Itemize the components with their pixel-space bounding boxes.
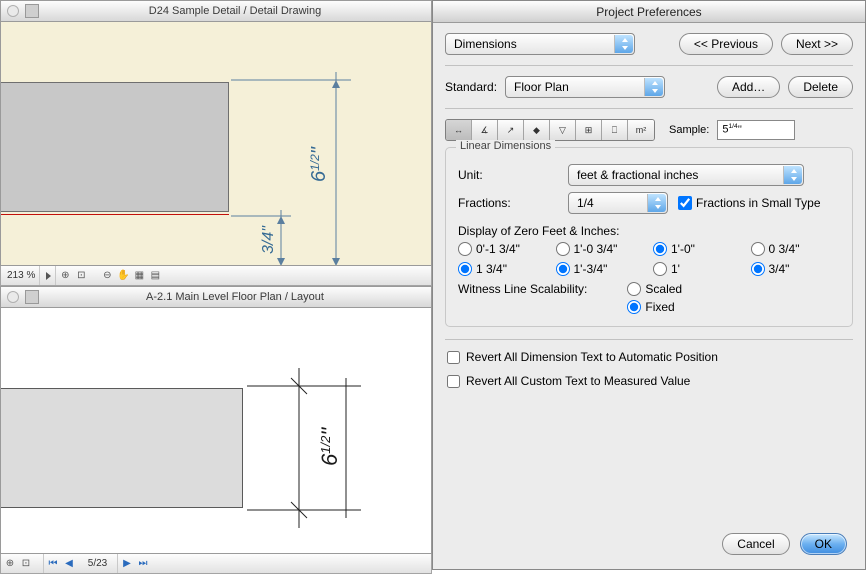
prev-page-icon[interactable]: ◀ xyxy=(62,557,76,571)
project-preferences-dialog: Project Preferences Dimensions << Previo… xyxy=(432,0,866,570)
zoom-value[interactable]: 213 % xyxy=(3,266,40,285)
zero-display-radios: 0'-1 3/4" 1'-0 3/4" 1'-0" 0 3/4" 1 3/4" … xyxy=(458,242,840,276)
level-dim-icon[interactable]: ◆ xyxy=(524,120,550,140)
rad-4[interactable]: 1 3/4" xyxy=(458,262,548,276)
detail-drawing-canvas[interactable]: 61/2" 3/4" xyxy=(0,22,432,266)
area-dim-icon[interactable]: m² xyxy=(628,120,654,140)
layout-window-title: A-2.1 Main Level Floor Plan / Layout xyxy=(45,291,425,303)
detail-statusbar: 213 % ⊕ ⊡ ⊖ ✋ ▦ ▤ xyxy=(0,266,432,286)
angular-dim-icon[interactable]: ∡ xyxy=(472,120,498,140)
unit-select[interactable]: feet & fractional inches xyxy=(568,164,804,186)
settings-icon[interactable]: ▤ xyxy=(148,269,162,283)
sill-dim-icon[interactable]: ⊞ xyxy=(576,120,602,140)
zoom-fit-icon[interactable]: ⊡ xyxy=(19,557,33,571)
fractions-label: Fractions: xyxy=(458,196,558,210)
delete-button[interactable]: Delete xyxy=(788,76,853,98)
door-dim-icon[interactable]: ⎕ xyxy=(602,120,628,140)
standard-label: Standard: xyxy=(445,80,497,94)
witness-fixed[interactable]: Fixed xyxy=(627,300,682,314)
rad-3[interactable]: 0 3/4" xyxy=(751,242,841,256)
layout-window-titlebar[interactable]: A-2.1 Main Level Floor Plan / Layout xyxy=(0,286,432,308)
rad-7[interactable]: 3/4" xyxy=(751,262,841,276)
zoom-out-icon[interactable]: ⊖ xyxy=(100,269,114,283)
add-button[interactable]: Add… xyxy=(717,76,780,98)
rad-1[interactable]: 1'-0 3/4" xyxy=(556,242,646,256)
grid-icon[interactable]: ▦ xyxy=(132,269,146,283)
unit-label: Unit: xyxy=(458,168,558,182)
document-icon xyxy=(25,4,39,18)
witness-label: Witness Line Scalability: xyxy=(458,282,587,314)
elevation-dim-icon[interactable]: ▽ xyxy=(550,120,576,140)
svg-text:61/2": 61/2" xyxy=(317,427,342,466)
sample-label: Sample: xyxy=(669,124,709,136)
ok-button[interactable]: OK xyxy=(800,533,847,555)
dimension-overlay: 61/2" xyxy=(1,308,431,554)
radial-dim-icon[interactable]: ↗ xyxy=(498,120,524,140)
cancel-button[interactable]: Cancel xyxy=(722,533,789,555)
rad-6[interactable]: 1' xyxy=(653,262,743,276)
page-indicator: 5/23 xyxy=(78,554,118,573)
detail-window-titlebar[interactable]: D24 Sample Detail / Detail Drawing xyxy=(0,0,432,22)
zoom-in-icon[interactable]: ⊕ xyxy=(58,269,72,283)
rad-0[interactable]: 0'-1 3/4" xyxy=(458,242,548,256)
section-select[interactable]: Dimensions xyxy=(445,33,635,55)
previous-button[interactable]: << Previous xyxy=(679,33,773,55)
witness-scaled[interactable]: Scaled xyxy=(627,282,682,296)
revert-measured-checkbox[interactable]: Revert All Custom Text to Measured Value xyxy=(447,374,853,388)
next-page-icon[interactable]: ▶ xyxy=(120,557,134,571)
fractions-small-input[interactable] xyxy=(678,196,692,210)
linear-dim-icon[interactable]: ↔ xyxy=(446,120,472,140)
close-icon[interactable] xyxy=(7,5,19,17)
fractions-small-checkbox[interactable]: Fractions in Small Type xyxy=(678,196,821,210)
next-button[interactable]: Next >> xyxy=(781,33,853,55)
first-page-icon[interactable]: ⏮ xyxy=(46,557,60,571)
left-windows: D24 Sample Detail / Detail Drawing 61/2"… xyxy=(0,0,432,570)
close-icon[interactable] xyxy=(7,291,19,303)
svg-text:3/4": 3/4" xyxy=(260,225,277,254)
standard-select[interactable]: Floor Plan xyxy=(505,76,665,98)
zero-display-label: Display of Zero Feet & Inches: xyxy=(458,224,840,238)
rad-5[interactable]: 1'-3/4" xyxy=(556,262,646,276)
revert-auto-checkbox[interactable]: Revert All Dimension Text to Automatic P… xyxy=(447,350,853,364)
document-icon xyxy=(25,290,39,304)
svg-text:61/2": 61/2" xyxy=(308,146,330,182)
sample-value: 51/4" xyxy=(717,120,795,140)
layout-drawing-canvas[interactable]: 61/2" xyxy=(0,308,432,554)
layout-statusbar: ⊕ ⊡ ⏮ ◀ 5/23 ▶ ⏭ xyxy=(0,554,432,574)
zoom-fit-icon[interactable]: ⊡ xyxy=(74,269,88,283)
group-legend: Linear Dimensions xyxy=(456,140,555,152)
zoom-in-icon[interactable]: ⊕ xyxy=(3,557,17,571)
dialog-title: Project Preferences xyxy=(433,1,865,23)
rad-2[interactable]: 1'-0" xyxy=(653,242,743,256)
dimension-type-segmented[interactable]: ↔ ∡ ↗ ◆ ▽ ⊞ ⎕ m² xyxy=(445,119,655,141)
linear-dimensions-group: Linear Dimensions Unit: feet & fractiona… xyxy=(445,147,853,327)
zoom-menu-icon[interactable] xyxy=(46,272,51,280)
fractions-select[interactable]: 1/4 xyxy=(568,192,668,214)
last-page-icon[interactable]: ⏭ xyxy=(136,557,150,571)
hand-icon[interactable]: ✋ xyxy=(116,269,130,283)
dimension-overlay: 61/2" 3/4" xyxy=(1,22,431,266)
detail-window-title: D24 Sample Detail / Detail Drawing xyxy=(45,5,425,17)
